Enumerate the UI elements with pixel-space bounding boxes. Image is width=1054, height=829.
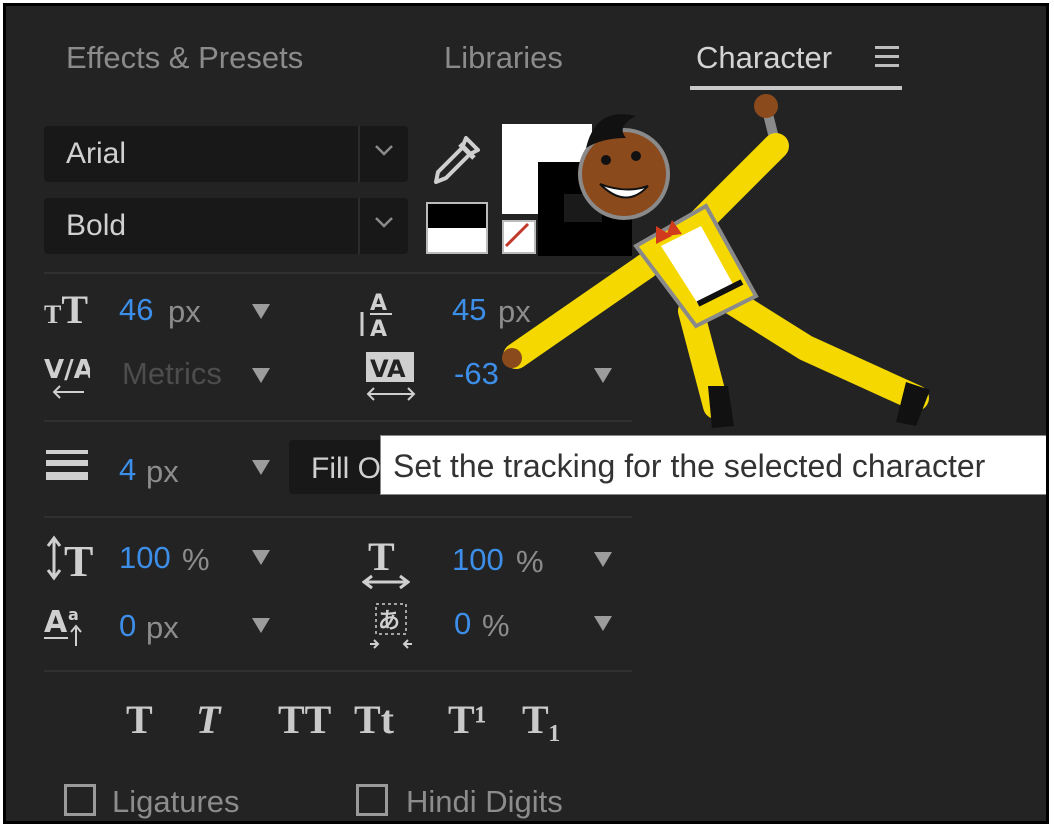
ligatures-checkbox[interactable] bbox=[64, 784, 96, 816]
font-style-value: Bold bbox=[66, 209, 127, 242]
svg-text:A: A bbox=[370, 291, 387, 316]
font-size-icon: TT bbox=[44, 287, 89, 332]
svg-text:あ: あ bbox=[378, 609, 400, 634]
faux-bold-button[interactable]: T bbox=[126, 696, 153, 743]
cartoon-character-illustration bbox=[502, 94, 930, 428]
hindi-digits-label: Hindi Digits bbox=[406, 784, 563, 819]
svg-text:T: T bbox=[64, 537, 93, 582]
horizontal-scale-icon: T bbox=[361, 534, 411, 599]
tsume-icon: あ bbox=[368, 600, 414, 657]
horizontal-scale-dropdown-arrow[interactable] bbox=[594, 552, 612, 567]
svg-text:VA: VA bbox=[370, 355, 406, 383]
tsume-value[interactable]: 0 bbox=[454, 606, 471, 642]
stroke-width-value[interactable]: 4 bbox=[119, 452, 136, 488]
divider bbox=[44, 670, 632, 672]
superscript-button[interactable]: T¹ bbox=[448, 696, 487, 743]
chevron-down-icon[interactable] bbox=[358, 198, 408, 254]
horizontal-scale-value[interactable]: 100 bbox=[452, 542, 504, 578]
font-family-dropdown[interactable]: Arial bbox=[44, 126, 408, 182]
font-size-dropdown-arrow[interactable] bbox=[252, 304, 270, 319]
kerning-dropdown-arrow[interactable] bbox=[252, 368, 270, 383]
svg-text:A: A bbox=[370, 317, 387, 340]
baseline-shift-value[interactable]: 0 bbox=[119, 608, 136, 644]
tracking-icon: VA bbox=[364, 350, 420, 407]
all-caps-button[interactable]: TT bbox=[278, 696, 331, 743]
leading-icon: A A bbox=[356, 288, 396, 345]
baseline-shift-unit: px bbox=[146, 610, 179, 645]
vertical-scale-unit: % bbox=[182, 542, 210, 577]
stroke-width-icon bbox=[46, 450, 88, 480]
tooltip-text: Set the tracking for the selected charac… bbox=[393, 448, 986, 484]
svg-text:a: a bbox=[68, 605, 79, 624]
panel-menu-icon[interactable] bbox=[875, 46, 899, 67]
hindi-digits-checkbox[interactable] bbox=[356, 784, 388, 816]
baseline-shift-icon: A a bbox=[44, 602, 96, 653]
tab-libraries[interactable]: Libraries bbox=[444, 40, 563, 76]
font-style-dropdown[interactable]: Bold bbox=[44, 198, 408, 254]
tab-character[interactable]: Character bbox=[696, 40, 832, 76]
vertical-scale-icon: T bbox=[46, 534, 106, 587]
font-family-value: Arial bbox=[66, 137, 127, 170]
divider bbox=[44, 516, 632, 518]
faux-italic-button[interactable]: T bbox=[196, 696, 220, 743]
small-caps-button[interactable]: Tt bbox=[354, 696, 394, 743]
font-size-unit: px bbox=[168, 294, 201, 329]
subscript-button[interactable]: T₁ bbox=[522, 696, 561, 743]
chevron-down-icon[interactable] bbox=[358, 126, 408, 182]
svg-text:T: T bbox=[368, 534, 395, 579]
vertical-scale-dropdown-arrow[interactable] bbox=[252, 550, 270, 565]
svg-text:V/A: V/A bbox=[44, 355, 90, 385]
ligatures-label: Ligatures bbox=[112, 784, 240, 819]
kerning-value[interactable]: Metrics bbox=[122, 356, 222, 392]
tsume-dropdown-arrow[interactable] bbox=[594, 616, 612, 631]
horizontal-scale-unit: % bbox=[516, 544, 544, 579]
baseline-shift-dropdown-arrow[interactable] bbox=[252, 618, 270, 633]
vertical-scale-value[interactable]: 100 bbox=[119, 540, 171, 576]
tsume-unit: % bbox=[482, 608, 510, 643]
kerning-icon: V/A bbox=[44, 350, 94, 405]
tracking-tooltip: Set the tracking for the selected charac… bbox=[380, 435, 1046, 495]
tab-effects-presets[interactable]: Effects & Presets bbox=[66, 40, 303, 76]
font-size-value[interactable]: 46 bbox=[119, 292, 153, 328]
character-panel: Effects & Presets Libraries Character Ar… bbox=[3, 3, 1049, 824]
stroke-width-unit: px bbox=[146, 454, 179, 489]
stroke-mode-value: Fill O bbox=[311, 452, 381, 485]
svg-text:A: A bbox=[44, 605, 68, 640]
stroke-width-dropdown-arrow[interactable] bbox=[252, 460, 270, 475]
